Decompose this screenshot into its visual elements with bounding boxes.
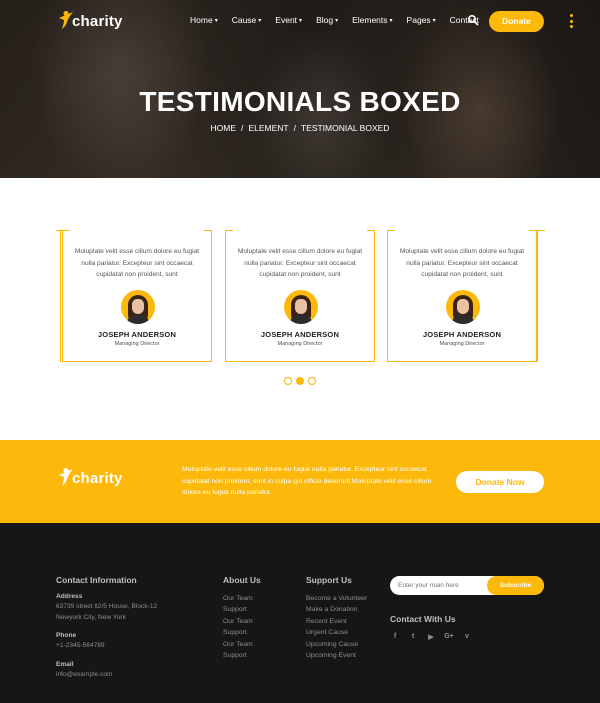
footer-link-our-team[interactable]: Our Team xyxy=(223,641,253,648)
testimonial-role: Managing Director xyxy=(114,341,160,347)
testimonial-role: Managing Director xyxy=(439,341,485,347)
testimonials-carousel: Moluptate velit esse cillum dolore eu fu… xyxy=(0,230,600,362)
testimonial-name: JOSEPH ANDERSON xyxy=(260,330,340,339)
nav-label: Home xyxy=(190,15,213,25)
logo-text: charity xyxy=(72,13,123,30)
carousel-dot-1[interactable] xyxy=(284,377,292,385)
avatar xyxy=(121,290,155,324)
cta-logo: charity xyxy=(58,467,123,487)
contact-heading: Contact Information xyxy=(56,575,137,585)
testimonial-card: Moluptate velit esse cillum dolore eu fu… xyxy=(387,230,537,362)
nav-label: Pages xyxy=(406,15,431,25)
phone-value[interactable]: +1-2345-564789 xyxy=(56,641,105,652)
chevron-down-icon: ▾ xyxy=(432,17,436,24)
nav-item-cause[interactable]: Cause ▾ xyxy=(232,15,262,25)
address-line-2: Newyork City, New York xyxy=(56,614,126,621)
testimonial-text: Moluptate velit esse cillum dolore eu fu… xyxy=(74,248,200,278)
vimeo-icon[interactable]: v xyxy=(462,633,472,641)
about-heading: About Us xyxy=(223,575,261,585)
logo-figure-icon xyxy=(59,468,73,486)
facebook-icon[interactable]: f xyxy=(390,633,400,641)
more-menu-icon[interactable] xyxy=(570,14,574,28)
nav-item-elements[interactable]: Elements ▾ xyxy=(352,15,392,25)
main-nav: Home ▾ Cause ▾ Event ▾ Blog ▾ Elements ▾ Page… xyxy=(190,15,493,25)
testimonial-role: Managing Director xyxy=(277,341,323,347)
cta-text: Moluptate velit esse cillum dolore eu fu… xyxy=(182,466,432,496)
breadcrumb-element[interactable]: ELEMENT xyxy=(248,123,288,133)
footer-link-recent-event[interactable]: Recent Event xyxy=(306,618,347,625)
avatar xyxy=(284,290,318,324)
hero-banner: charity Home ▾ Cause ▾ Event ▾ Blog ▾ Elemen… xyxy=(0,0,600,178)
testimonial-card: Moluptate velit esse cillum dolore eu fu… xyxy=(62,230,212,362)
nav-label: Event xyxy=(275,15,298,25)
footer-link-donation[interactable]: Make a Donation xyxy=(306,606,357,613)
footer-link-support[interactable]: Support xyxy=(223,652,247,659)
youtube-icon[interactable]: ▶ xyxy=(426,633,436,641)
nav-item-home[interactable]: Home ▾ xyxy=(190,15,218,25)
twitter-icon[interactable]: t xyxy=(408,633,418,641)
breadcrumb: HOME / ELEMENT / TESTIMONIAL BOXED xyxy=(0,123,600,133)
nav-item-event[interactable]: Event ▾ xyxy=(275,15,302,25)
breadcrumb-separator: / xyxy=(293,123,296,133)
breadcrumb-current: TESTIMONIAL BOXED xyxy=(300,123,390,133)
email-value[interactable]: info@example.com xyxy=(56,670,113,681)
footer-link-urgent-cause[interactable]: Urgent Cause xyxy=(306,629,348,636)
footer-link-our-team[interactable]: Our Team xyxy=(223,595,253,602)
testimonial-card: Moluptate velit esse cillum dolore eu fu… xyxy=(225,230,375,362)
carousel-dot-2[interactable] xyxy=(296,377,304,385)
carousel-dot-3[interactable] xyxy=(308,377,316,385)
site-header: charity Home ▾ Cause ▾ Event ▾ Blog ▾ Elemen… xyxy=(0,0,600,42)
chevron-down-icon: ▾ xyxy=(335,17,339,24)
donate-now-button[interactable]: Donate Now xyxy=(456,471,544,493)
social-links: f t ▶ G+ v xyxy=(390,633,472,641)
phone-label: Phone xyxy=(56,632,77,639)
site-logo[interactable]: charity xyxy=(58,10,123,30)
chevron-down-icon: ▾ xyxy=(389,17,393,24)
address-line-1: 63739 street lt2/5 House, Block-12 xyxy=(56,603,158,610)
footer-link-upcoming-event[interactable]: Upcoming Event xyxy=(306,652,356,659)
email-label: Email xyxy=(56,661,74,668)
breadcrumb-separator: / xyxy=(241,123,244,133)
nav-item-pages[interactable]: Pages ▾ xyxy=(407,15,436,25)
support-heading: Support Us xyxy=(306,575,352,585)
search-icon[interactable] xyxy=(467,14,479,26)
nav-label: Cause xyxy=(231,15,257,25)
testimonial-text: Moluptate velit esse cillum dolore eu fu… xyxy=(399,248,525,278)
google-plus-icon[interactable]: G+ xyxy=(444,633,454,641)
logo-figure-icon xyxy=(59,11,73,29)
breadcrumb-home[interactable]: HOME xyxy=(211,123,237,133)
footer-link-upcoming-cause[interactable]: Upcoming Cause xyxy=(306,641,358,648)
donate-button[interactable]: Donate xyxy=(489,11,544,32)
page-title: TESTIMONIALS BOXED xyxy=(139,86,461,117)
footer-link-volunteer[interactable]: Become a Volunteer xyxy=(306,595,367,602)
subscribe-button[interactable]: Subscribe xyxy=(487,576,544,595)
newsletter-email-input[interactable] xyxy=(398,579,490,592)
nav-label: Blog xyxy=(316,15,334,25)
footer-link-support[interactable]: Support xyxy=(223,629,247,636)
carousel-pagination xyxy=(284,377,316,385)
chevron-down-icon: ▾ xyxy=(258,17,262,24)
address-label: Address xyxy=(56,593,83,600)
chevron-down-icon: ▾ xyxy=(299,17,303,24)
logo-text: charity xyxy=(72,470,123,487)
chevron-down-icon: ▾ xyxy=(214,17,218,24)
nav-item-blog[interactable]: Blog ▾ xyxy=(316,15,338,25)
testimonial-name: JOSEPH ANDERSON xyxy=(97,330,177,339)
nav-label: Elements xyxy=(352,15,388,25)
footer-link-support[interactable]: Support xyxy=(223,606,247,613)
avatar xyxy=(446,290,480,324)
testimonial-name: JOSEPH ANDERSON xyxy=(422,330,502,339)
social-heading: Contact With Us xyxy=(390,614,456,624)
testimonial-text: Moluptate velit esse cillum dolore eu fu… xyxy=(237,248,363,278)
footer-link-our-team[interactable]: Our Team xyxy=(223,618,253,625)
